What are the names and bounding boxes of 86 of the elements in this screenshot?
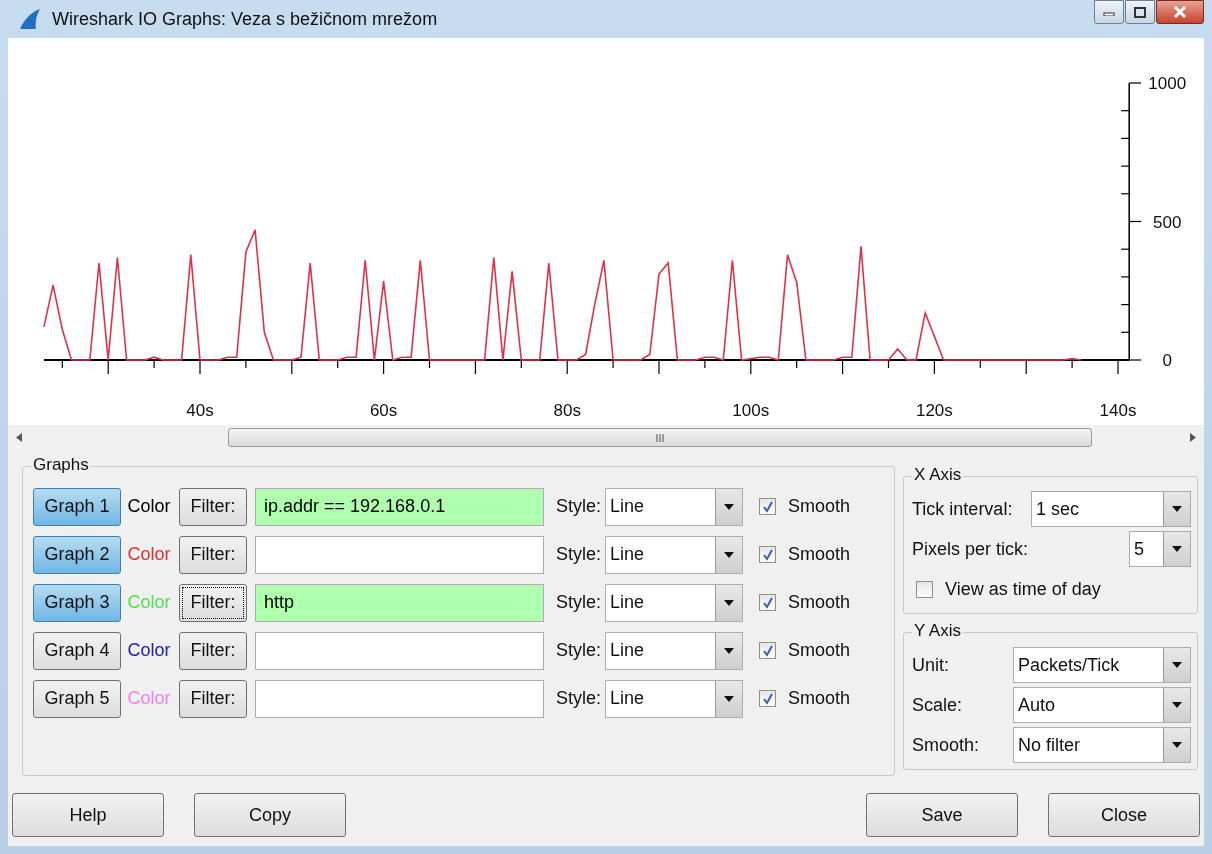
grip-icon <box>655 433 665 442</box>
caret-icon <box>1172 506 1182 512</box>
style-dropdown[interactable]: Line <box>605 535 744 574</box>
field-label: Style: <box>556 544 602 565</box>
scrollbar-thumb[interactable] <box>228 428 1092 447</box>
x-tick-label: 140s <box>1099 401 1137 420</box>
pixels-per-tick-dropdown[interactable]: 5 <box>1129 531 1191 567</box>
filter-button[interactable]: Filter: <box>179 679 247 718</box>
checkbox-label: Smooth <box>788 544 851 565</box>
checkbox[interactable] <box>759 594 777 611</box>
x-tick-label: 60s <box>369 401 398 420</box>
field-label: Smooth: <box>912 734 981 756</box>
field-label: Style: <box>556 688 602 709</box>
field-label: Unit: <box>912 654 951 676</box>
close-button[interactable] <box>1156 0 1204 24</box>
checkbox[interactable] <box>759 498 777 515</box>
field-label: Style: <box>556 640 602 661</box>
y-tick-label: 500 <box>1153 212 1182 232</box>
dialog-button[interactable]: Close <box>1048 793 1200 837</box>
caret-icon <box>1172 662 1182 668</box>
checkbox[interactable] <box>759 690 777 707</box>
caret-icon <box>1172 742 1182 748</box>
graph-toggle-button[interactable]: Graph 4 <box>33 631 121 670</box>
dialog-button[interactable]: Copy <box>194 793 346 837</box>
caret-icon <box>724 551 735 558</box>
style-dropdown[interactable]: Line <box>605 487 744 526</box>
dialog-button[interactable]: Save <box>866 793 1018 837</box>
style-dropdown[interactable]: Line <box>605 631 744 670</box>
checkbox[interactable] <box>916 580 934 598</box>
left-arrow-icon[interactable] <box>16 433 22 442</box>
graph-toggle-button[interactable]: Graph 5 <box>33 679 121 718</box>
right-arrow-icon[interactable] <box>1190 433 1196 442</box>
checkbox-label: Smooth <box>788 688 851 709</box>
field-label: Pixels per tick: <box>912 538 1029 560</box>
caret-icon <box>724 599 735 606</box>
checkbox-label: View as time of day <box>945 578 1101 600</box>
dialog-button[interactable]: Help <box>12 793 164 837</box>
filter-button[interactable]: Filter: <box>179 487 247 526</box>
dropdown[interactable]: Packets/Tick <box>1013 647 1191 683</box>
graph-toggle-button[interactable]: Graph 2 <box>33 535 121 574</box>
filter-button[interactable]: Filter: <box>179 583 247 622</box>
maximize-button[interactable] <box>1125 0 1155 24</box>
fin-icon <box>18 8 42 30</box>
field-label: Tick interval: <box>912 498 1013 520</box>
filter-field[interactable]: http <box>255 583 544 622</box>
graph-toggle-button[interactable]: Graph 3 <box>33 583 121 622</box>
caret-icon <box>1172 546 1182 552</box>
style-dropdown[interactable]: Line <box>605 583 744 622</box>
caret-icon <box>724 647 735 654</box>
tick-interval-dropdown[interactable]: 1 sec <box>1031 491 1191 527</box>
x-tick-label: 80s <box>553 401 581 420</box>
y-tick-label: 0 <box>1162 351 1172 370</box>
field-label: Scale: <box>912 694 964 716</box>
color-label[interactable]: Color <box>121 640 177 661</box>
minimize-button[interactable] <box>1094 0 1124 24</box>
field-label: Style: <box>556 496 602 517</box>
style-dropdown[interactable]: Line <box>605 679 744 718</box>
filter-button[interactable]: Filter: <box>179 631 247 670</box>
field-label: Style: <box>556 592 602 613</box>
color-label[interactable]: Color <box>121 496 177 517</box>
color-label[interactable]: Color <box>121 544 177 565</box>
dropdown[interactable]: Auto <box>1013 687 1191 723</box>
graph-toggle-button[interactable]: Graph 1 <box>33 487 121 526</box>
x-tick-label: 40s <box>186 401 214 420</box>
maximize-icon <box>1134 6 1146 18</box>
caret-icon <box>724 503 735 510</box>
checkbox-label: Smooth <box>788 640 851 661</box>
checkbox-label: Smooth <box>788 592 851 613</box>
checkbox-label: Smooth <box>788 496 851 517</box>
filter-field[interactable]: ip.addr == 192.168.0.1 <box>255 487 544 526</box>
y-tick-label: 1000 <box>1148 74 1187 93</box>
x-tick-label: 100s <box>732 401 770 420</box>
filter-field[interactable] <box>255 679 544 718</box>
window-title: Wireshark IO Graphs: Veza s bežičnom mrežom <box>52 8 439 30</box>
dropdown[interactable]: No filter <box>1013 727 1191 763</box>
close-icon <box>1173 6 1187 18</box>
group-title: Graphs <box>31 455 91 475</box>
filter-field[interactable] <box>255 631 544 670</box>
caret-icon <box>1172 702 1182 708</box>
x-tick-label: 120s <box>915 401 953 420</box>
filter-field[interactable] <box>255 535 544 574</box>
checkbox[interactable] <box>759 546 777 563</box>
filter-button[interactable]: Filter: <box>179 535 247 574</box>
horizontal-scrollbar[interactable] <box>8 425 1204 450</box>
caret-icon <box>724 695 735 702</box>
checkbox[interactable] <box>759 642 777 659</box>
